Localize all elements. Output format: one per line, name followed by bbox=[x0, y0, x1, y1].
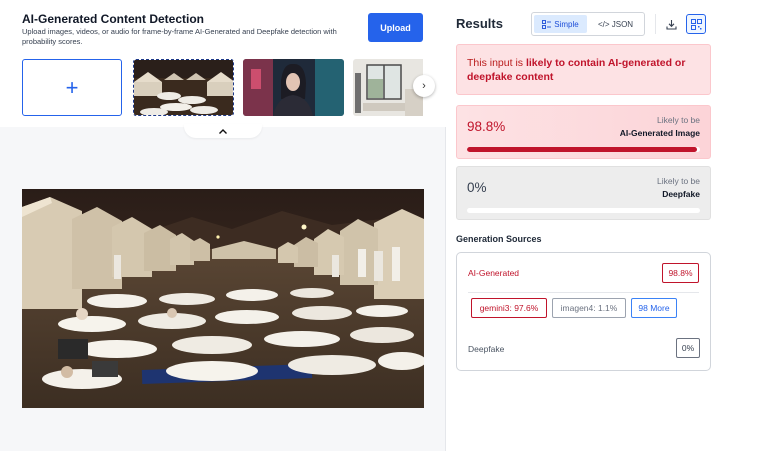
gen-ai-label: AI-Generated bbox=[468, 268, 520, 278]
toggle-json-button[interactable]: </> JSON bbox=[589, 15, 642, 33]
collapse-gallery-button[interactable] bbox=[184, 124, 262, 138]
results-panel: Results Simple </> JSON This input is li… bbox=[446, 0, 769, 451]
ai-likely-label: Likely to be bbox=[657, 115, 700, 125]
source-chip-imagen4[interactable]: imagen4: 1.1% bbox=[552, 298, 626, 318]
gen-divider bbox=[468, 292, 699, 293]
analyzed-image-graphic bbox=[22, 189, 424, 408]
generation-sources-box: AI-Generated 98.8% gemini3: 97.6% imagen… bbox=[456, 252, 711, 371]
gen-deepfake-label: Deepfake bbox=[468, 344, 505, 354]
upload-header-card: AI-Generated Content Detection Upload im… bbox=[0, 0, 446, 127]
ai-generated-percent: 98.8% bbox=[467, 119, 506, 134]
chevron-up-icon bbox=[219, 128, 227, 134]
thumbnail-pilgrims-tents[interactable] bbox=[133, 59, 234, 116]
ai-progress-track bbox=[467, 147, 700, 152]
generation-sources-title: Generation Sources bbox=[456, 234, 542, 244]
deepfake-percent: 0% bbox=[467, 180, 487, 195]
more-sources-button[interactable]: 98 More bbox=[631, 298, 677, 318]
toolbar-divider bbox=[655, 14, 656, 34]
thumbnail-image bbox=[243, 59, 344, 116]
analyzed-image bbox=[22, 189, 424, 408]
chevron-right-icon[interactable]: › bbox=[413, 75, 435, 97]
deepfake-likely-label: Likely to be bbox=[657, 176, 700, 186]
deepfake-progress-track bbox=[467, 208, 700, 213]
gen-deepfake-score-badge: 0% bbox=[676, 338, 700, 358]
deepfake-category-label: Deepfake bbox=[662, 189, 700, 199]
toggle-simple-label: Simple bbox=[554, 19, 579, 29]
download-button[interactable] bbox=[661, 14, 681, 34]
results-title: Results bbox=[456, 16, 503, 31]
page-title: AI-Generated Content Detection bbox=[22, 12, 205, 26]
verdict-banner: This input is likely to contain AI-gener… bbox=[456, 44, 711, 95]
simple-view-icon bbox=[542, 19, 552, 29]
qr-code-button[interactable] bbox=[686, 14, 706, 34]
add-media-tile[interactable]: + bbox=[22, 59, 122, 116]
source-chip-gemini3[interactable]: gemini3: 97.6% bbox=[471, 298, 547, 318]
ai-generated-score-card: 98.8% Likely to be AI-Generated Image bbox=[456, 105, 711, 159]
ai-category-label: AI-Generated Image bbox=[619, 128, 700, 138]
gen-ai-score-badge: 98.8% bbox=[662, 263, 699, 283]
page-subtitle: Upload images, videos, or audio for fram… bbox=[22, 27, 337, 46]
upload-panel: AI-Generated Content Detection Upload im… bbox=[0, 0, 446, 451]
toggle-json-label: </> JSON bbox=[597, 19, 634, 29]
verdict-prefix: This input is bbox=[467, 57, 526, 69]
view-toggle: Simple </> JSON bbox=[531, 12, 645, 36]
download-icon bbox=[665, 19, 677, 30]
ai-progress-fill bbox=[467, 147, 698, 152]
thumbnail-neon-portrait[interactable] bbox=[243, 59, 344, 116]
deepfake-score-card: 0% Likely to be Deepfake bbox=[456, 166, 711, 220]
toggle-simple-button[interactable]: Simple bbox=[534, 15, 587, 33]
plus-icon: + bbox=[65, 74, 79, 100]
upload-button[interactable]: Upload bbox=[368, 13, 423, 42]
thumbnail-image bbox=[134, 60, 233, 115]
qr-code-icon bbox=[690, 18, 702, 30]
